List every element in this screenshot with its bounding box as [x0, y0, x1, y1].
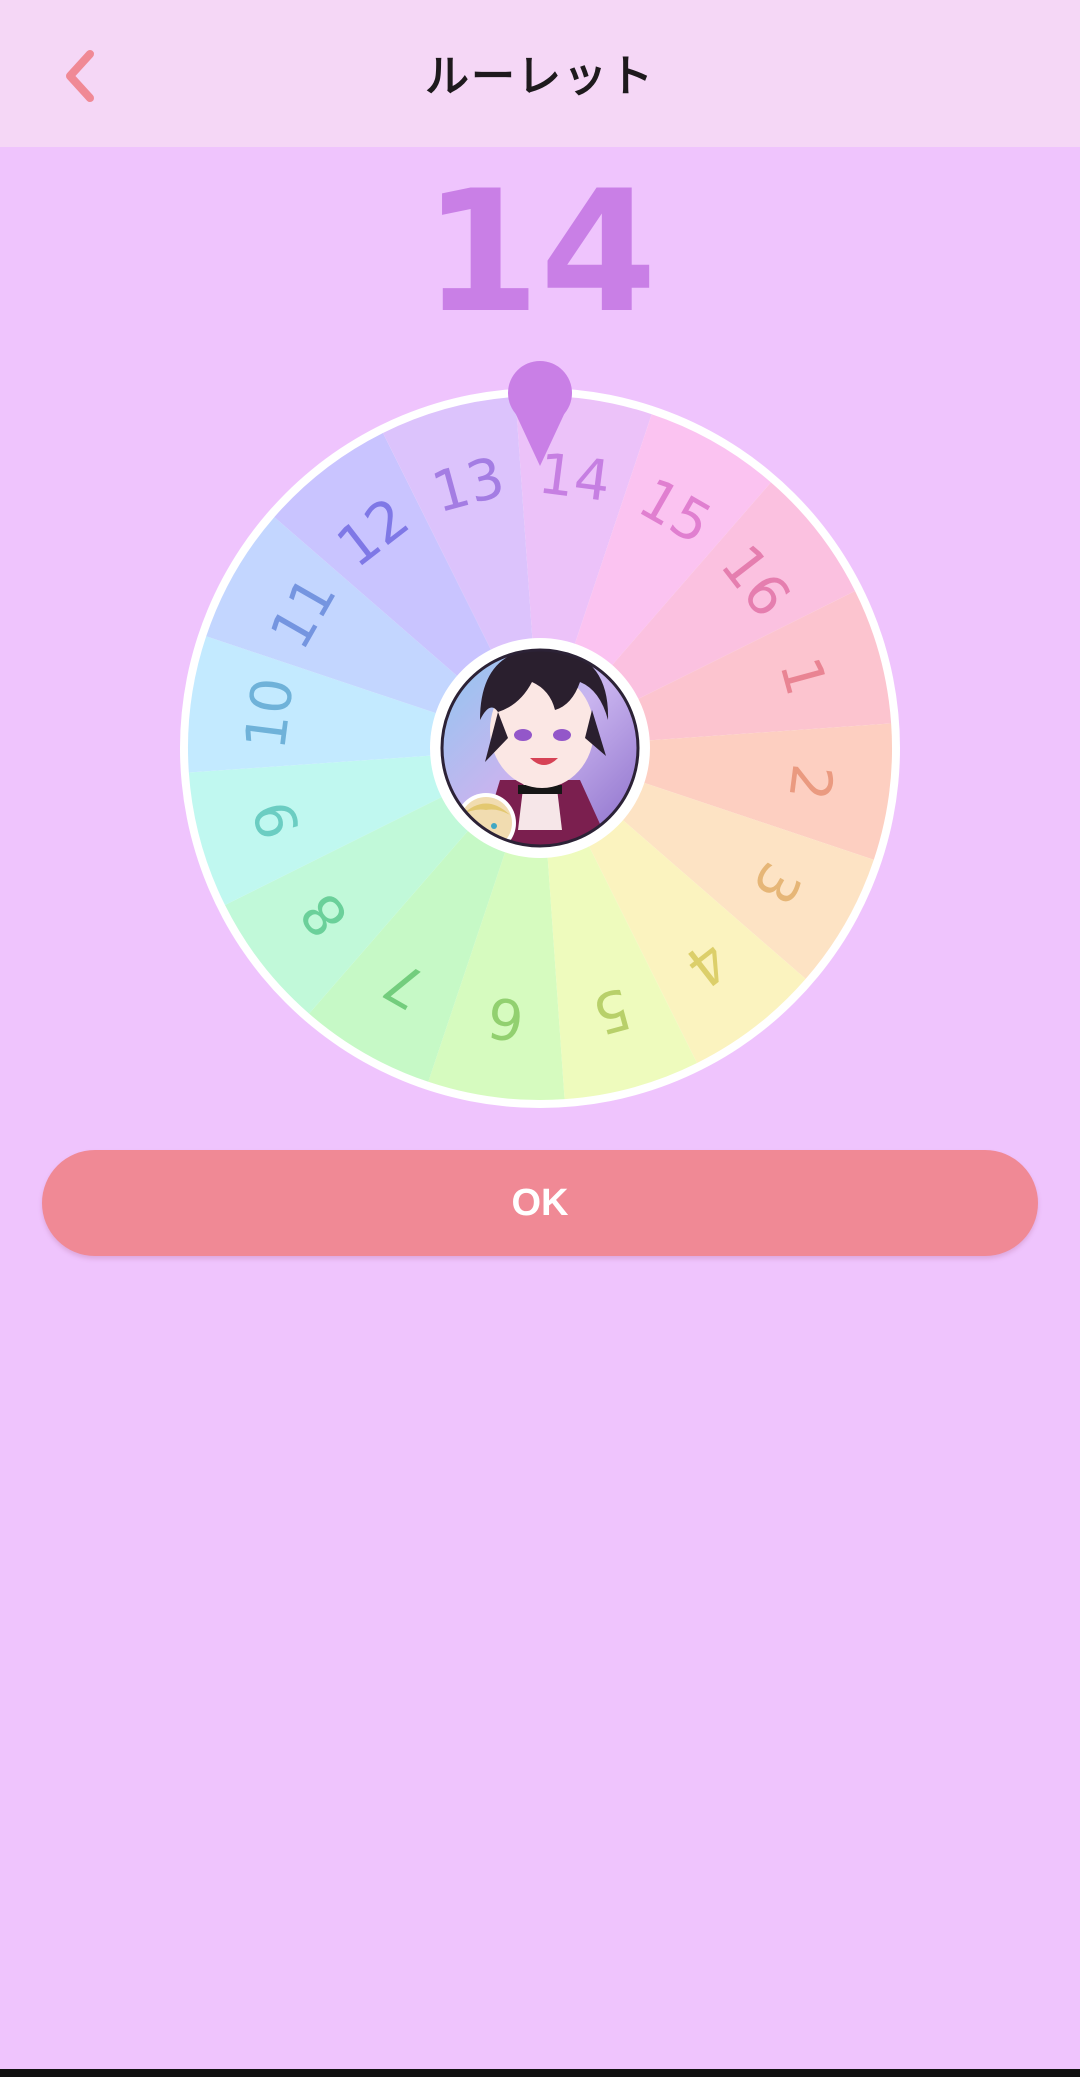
page-title: ルーレット: [425, 51, 655, 102]
roulette-wheel-graphic: 14 1516123456789101112 13: [180, 361, 900, 1108]
wheel-label-10: 10: [233, 674, 306, 753]
roulette-wheel[interactable]: 14 15 16 1 2 3 4 5 6 7 8 9 10 11 12 13: [180, 360, 900, 1120]
result-number: 14: [423, 154, 657, 350]
system-nav-bar: [0, 2069, 1080, 2077]
ok-button[interactable]: OK: [42, 1150, 1038, 1256]
wheel-label-14: 14: [535, 441, 614, 514]
center-avatar: [430, 638, 650, 858]
app-header: ルーレット: [0, 0, 1080, 147]
